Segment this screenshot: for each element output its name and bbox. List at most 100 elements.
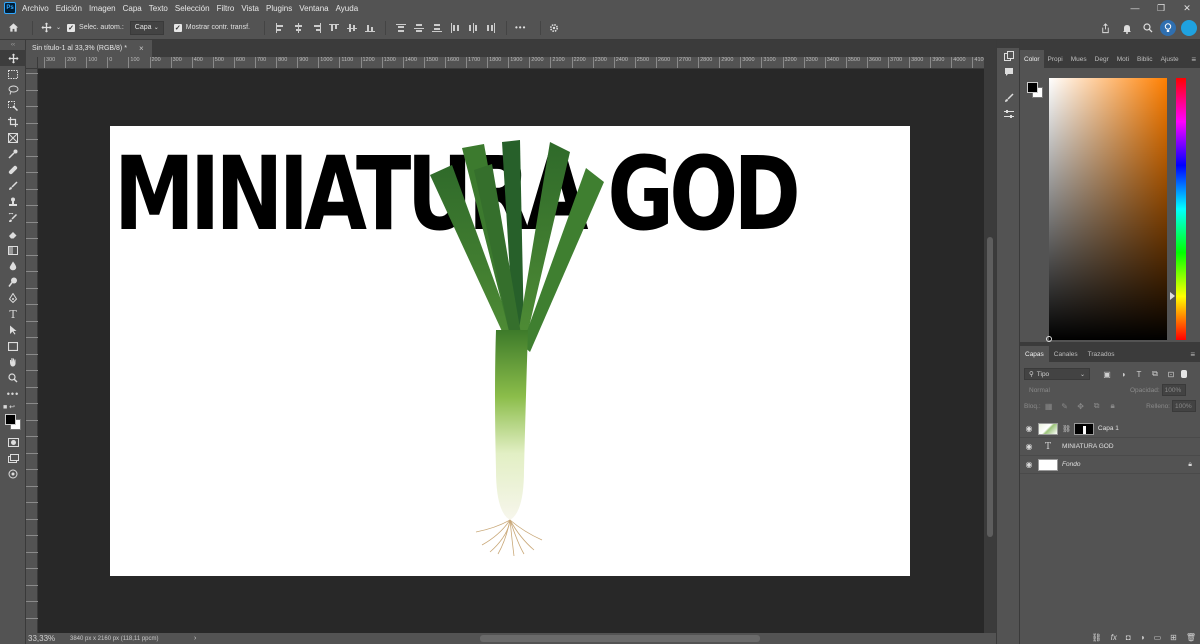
lock-icon[interactable]: 🔒︎ bbox=[1188, 461, 1192, 469]
collapse-toolbar-icon[interactable]: ‹‹ bbox=[0, 40, 26, 50]
eyedropper-tool-icon[interactable] bbox=[0, 146, 26, 162]
menu-seleccion[interactable]: Selección bbox=[175, 4, 210, 13]
path-selection-tool-icon[interactable] bbox=[0, 322, 26, 338]
align-middle-icon[interactable] bbox=[346, 23, 357, 33]
move-tool-icon[interactable] bbox=[39, 22, 53, 33]
chevron-down-icon[interactable]: ⌄ bbox=[56, 24, 61, 31]
move-tool-icon[interactable] bbox=[0, 50, 26, 66]
discover-lightbulb-icon[interactable] bbox=[1158, 20, 1178, 36]
new-group-icon[interactable]: ▭ bbox=[1154, 633, 1162, 642]
menu-ventana[interactable]: Ventana bbox=[299, 4, 328, 13]
horizontal-scrollbar-thumb[interactable] bbox=[480, 635, 760, 642]
layer-row-fondo[interactable]: ◉ Fondo 🔒︎ bbox=[1020, 456, 1200, 474]
lasso-tool-icon[interactable] bbox=[0, 82, 26, 98]
pen-tool-icon[interactable] bbox=[0, 290, 26, 306]
filter-type-icon[interactable]: T bbox=[1134, 370, 1144, 379]
layer-filter-dropdown[interactable]: ⚲ Tipo ⌄ bbox=[1024, 368, 1090, 380]
menu-archivo[interactable]: Archivo bbox=[22, 4, 49, 13]
add-mask-icon[interactable]: ◘ bbox=[1126, 633, 1131, 642]
align-bottom-icon[interactable] bbox=[364, 23, 375, 33]
hue-slider-handle[interactable] bbox=[1170, 292, 1175, 300]
fill-field[interactable]: 100% bbox=[1172, 400, 1196, 412]
link-icon[interactable]: ⛓︎ bbox=[1062, 425, 1071, 433]
align-center-h-icon[interactable] bbox=[293, 22, 303, 33]
home-icon[interactable] bbox=[0, 16, 26, 40]
tab-layers[interactable]: Capas bbox=[1020, 346, 1049, 362]
new-layer-icon[interactable]: ⊞ bbox=[1170, 633, 1177, 642]
panel-dock-grip[interactable] bbox=[997, 40, 1019, 48]
document-tab[interactable]: Sin título-1 al 33,3% (RGB/8) * × bbox=[26, 40, 152, 57]
close-window-button[interactable]: ✕ bbox=[1174, 0, 1200, 16]
distribute-middle-icon[interactable] bbox=[413, 23, 424, 33]
layer-style-icon[interactable]: fx bbox=[1111, 633, 1117, 642]
comments-panel-icon[interactable] bbox=[997, 64, 1021, 80]
notifications-icon[interactable] bbox=[1116, 23, 1138, 34]
eye-icon[interactable]: ◉ bbox=[1020, 442, 1038, 451]
status-arrow-icon[interactable]: › bbox=[194, 635, 196, 642]
filter-toggle-icon[interactable] bbox=[1181, 370, 1187, 378]
search-icon[interactable] bbox=[1138, 23, 1158, 33]
tab-libraries[interactable]: Biblic bbox=[1133, 50, 1157, 68]
object-selection-tool-icon[interactable] bbox=[0, 98, 26, 114]
eye-icon[interactable]: ◉ bbox=[1020, 424, 1038, 433]
distribute-right-icon[interactable] bbox=[486, 22, 496, 33]
history-brush-tool-icon[interactable] bbox=[0, 210, 26, 226]
menu-plugins[interactable]: Plugins bbox=[266, 4, 292, 13]
leek-image-layer[interactable] bbox=[410, 140, 610, 560]
ruler-origin[interactable] bbox=[26, 57, 38, 69]
menu-imagen[interactable]: Imagen bbox=[89, 4, 116, 13]
menu-ayuda[interactable]: Ayuda bbox=[336, 4, 359, 13]
dodge-tool-icon[interactable] bbox=[0, 274, 26, 290]
link-layers-icon[interactable]: ⛓︎ bbox=[1092, 633, 1102, 642]
auto-select-dropdown[interactable]: Capa ⌄ bbox=[129, 20, 164, 35]
healing-brush-tool-icon[interactable] bbox=[0, 162, 26, 178]
gear-icon[interactable] bbox=[547, 23, 561, 33]
marquee-tool-icon[interactable] bbox=[0, 66, 26, 82]
document-canvas[interactable]: MINIATURA GOD bbox=[110, 126, 910, 576]
swap-colors-icon[interactable]: ■ ↩ bbox=[0, 402, 26, 412]
vertical-scrollbar-thumb[interactable] bbox=[987, 237, 993, 537]
tab-gradients[interactable]: Degr bbox=[1091, 50, 1113, 68]
eraser-tool-icon[interactable] bbox=[0, 226, 26, 242]
distribute-top-icon[interactable] bbox=[395, 23, 406, 33]
tab-adjustments[interactable]: Ajuste bbox=[1157, 50, 1183, 68]
auto-select-checkbox[interactable]: ✓ Selec. autom.: bbox=[67, 23, 124, 32]
zoom-tool-icon[interactable] bbox=[0, 370, 26, 386]
lock-artboard-icon[interactable]: ⧉ bbox=[1092, 401, 1102, 411]
adjustments-panel-icon[interactable] bbox=[997, 106, 1021, 122]
layer-row-miniatura-god[interactable]: ◉ T MINIATURA GOD bbox=[1020, 438, 1200, 456]
clone-stamp-tool-icon[interactable] bbox=[0, 194, 26, 210]
tab-color[interactable]: Color bbox=[1020, 50, 1044, 68]
frame-tool-icon[interactable] bbox=[0, 130, 26, 146]
more-options-button[interactable]: ••• bbox=[515, 23, 526, 32]
adobe-stock-icon[interactable] bbox=[0, 466, 26, 482]
share-icon[interactable] bbox=[1094, 22, 1116, 34]
show-transform-checkbox[interactable]: ✓ Mostrar contr. transf. bbox=[173, 23, 250, 32]
filter-shape-icon[interactable]: ⧉ bbox=[1150, 369, 1160, 379]
tab-patterns[interactable]: Moti bbox=[1113, 50, 1133, 68]
align-top-icon[interactable] bbox=[328, 23, 339, 33]
layer-mask-thumbnail[interactable] bbox=[1073, 422, 1094, 435]
menu-vista[interactable]: Vista bbox=[241, 4, 259, 13]
canvas-area[interactable]: MINIATURA GOD bbox=[38, 69, 984, 633]
restore-button[interactable]: ❐ bbox=[1148, 0, 1174, 16]
align-left-icon[interactable] bbox=[275, 22, 285, 33]
menu-filtro[interactable]: Filtro bbox=[217, 4, 235, 13]
type-tool-icon[interactable]: T bbox=[0, 306, 26, 322]
brush-settings-icon[interactable] bbox=[997, 90, 1021, 106]
gradient-tool-icon[interactable] bbox=[0, 242, 26, 258]
new-adjustment-layer-icon[interactable]: ◑ bbox=[1140, 633, 1145, 642]
cloud-account-icon[interactable] bbox=[1178, 20, 1200, 36]
minimize-button[interactable]: — bbox=[1122, 0, 1148, 16]
lock-brush-icon[interactable]: ✎ bbox=[1060, 402, 1070, 411]
lock-all-icon[interactable]: 🔒︎ bbox=[1108, 401, 1118, 411]
delete-layer-icon[interactable]: 🗑︎ bbox=[1186, 633, 1196, 642]
screen-mode-icon[interactable] bbox=[0, 450, 26, 466]
menu-capa[interactable]: Capa bbox=[123, 4, 142, 13]
hue-slider[interactable] bbox=[1176, 78, 1186, 340]
blend-mode-dropdown[interactable]: Normal bbox=[1024, 384, 1124, 396]
panel-menu-icon[interactable]: ≡ bbox=[1187, 50, 1200, 68]
hand-tool-icon[interactable] bbox=[0, 354, 26, 370]
menu-edicion[interactable]: Edición bbox=[56, 4, 82, 13]
foreground-background-swatches[interactable] bbox=[0, 412, 26, 434]
